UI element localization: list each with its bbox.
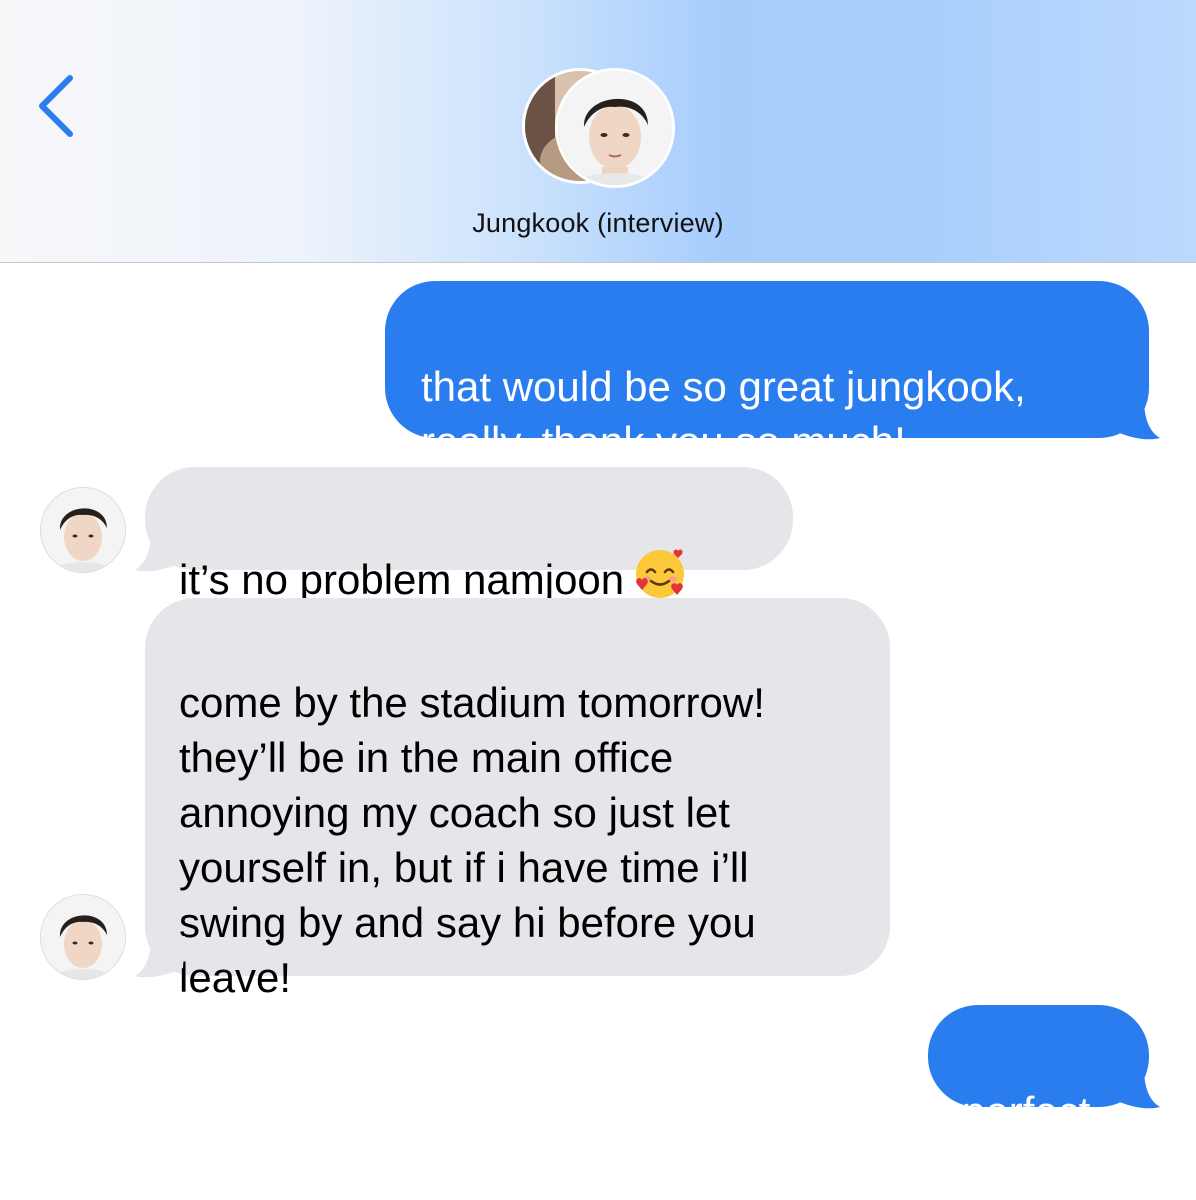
message-bubble-received[interactable]: it’s no problem namjoon — [145, 467, 793, 603]
sender-avatar[interactable] — [40, 487, 126, 573]
bubble-tail — [1110, 398, 1160, 440]
message-text: that would be so great jungkook, really,… — [421, 363, 1026, 465]
contact-name[interactable]: Jungkook (interview) — [0, 208, 1196, 239]
bubble-tail — [1110, 1067, 1160, 1109]
contact-avatar — [555, 68, 675, 188]
message-text: it’s no problem namjoon — [179, 556, 625, 603]
bubble-tail — [135, 936, 185, 978]
bubble-tail — [135, 530, 185, 572]
sender-avatar[interactable] — [40, 894, 126, 980]
message-text: perfect — [962, 1088, 1091, 1135]
message-bubble-sent[interactable]: that would be so great jungkook, really,… — [385, 281, 1149, 465]
message-text: come by the stadium tomorrow! they’ll be… — [179, 679, 765, 1001]
chevron-left-icon — [39, 75, 73, 137]
contact-avatar-group[interactable] — [520, 66, 680, 190]
back-button[interactable] — [28, 66, 88, 146]
message-bubble-received[interactable]: come by the stadium tomorrow! they’ll be… — [145, 598, 890, 1001]
chat-header: Jungkook (interview) — [0, 0, 1196, 263]
